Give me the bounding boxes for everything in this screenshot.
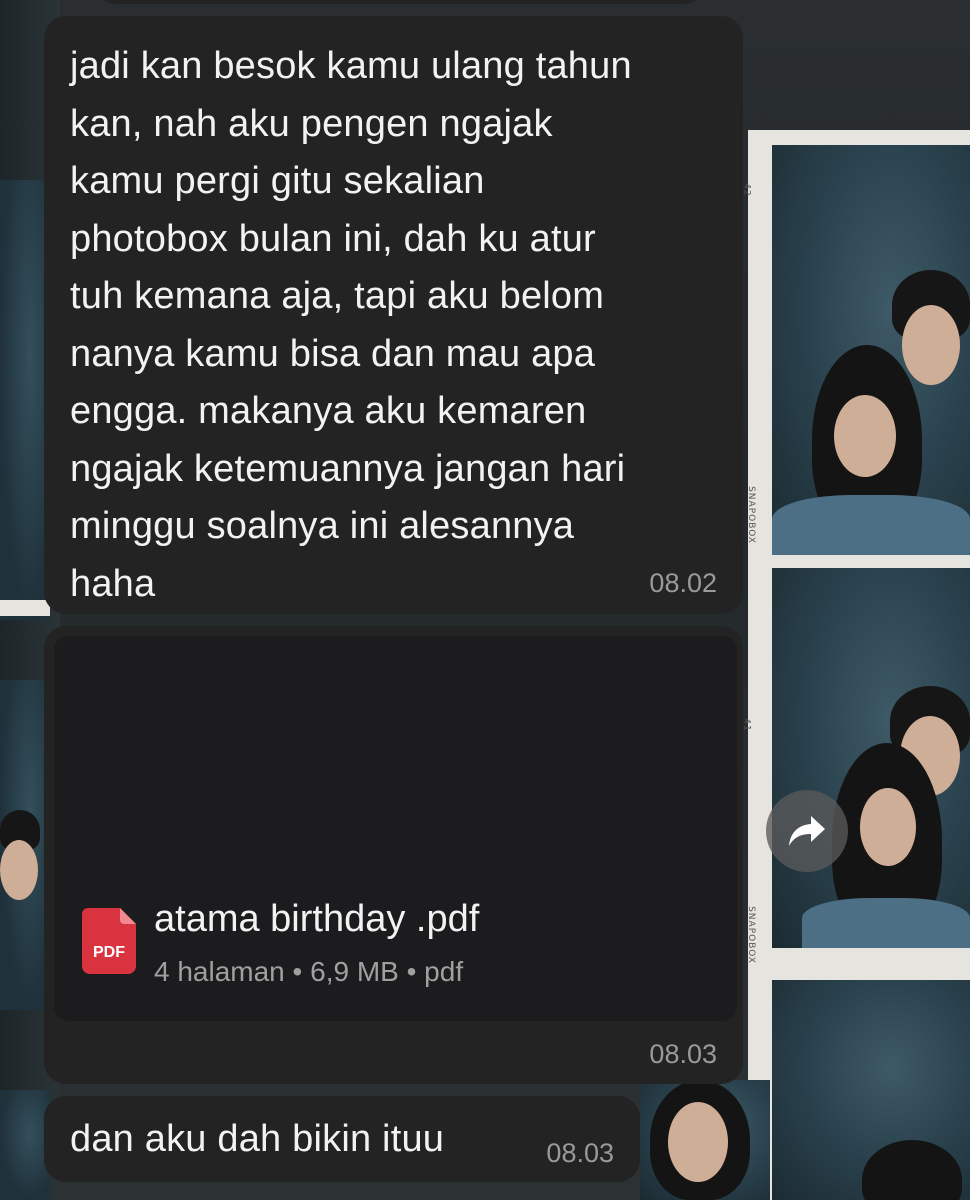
message-text: jadi kan besok kamu ulang tahun kan, nah… [70,45,632,605]
file-meta: 4 halaman • 6,9 MB • pdf [154,956,464,987]
wallpaper-photo [0,680,50,1010]
strip-frame-number: 42 [741,183,752,197]
message-text: dan aku dah bikin ituu [70,1118,445,1160]
message-timestamp: 08.03 [649,1039,717,1069]
forward-button[interactable] [766,790,848,872]
file-name: atama birthday .pdf [154,898,480,940]
wallpaper-photo [772,980,970,1200]
message-timestamp: 08.03 [546,1138,614,1168]
pdf-attachment-card[interactable]: PDF atama birthday .pdf 4 halaman • 6,9 … [54,636,737,1021]
incoming-message-bubble[interactable]: jadi kan besok kamu ulang tahun kan, nah… [44,16,743,614]
wallpaper-photo [772,145,970,555]
wallpaper-photo [0,1090,50,1200]
wallpaper-photo [0,180,50,620]
wallpaper-photo [772,568,970,948]
file-preview-area[interactable] [54,636,737,881]
wallpaper-strip-edge [0,600,50,616]
forward-arrow-icon [789,816,825,846]
strip-brand-mark: SNAPOBOX [745,486,756,544]
pdf-icon-label: PDF [93,944,125,961]
message-timestamp: 08.02 [649,568,717,598]
previous-message-edge [100,0,700,4]
incoming-file-message-bubble[interactable]: PDF atama birthday .pdf 4 halaman • 6,9 … [44,626,743,1084]
strip-frame-number: 41 [741,718,752,732]
incoming-message-bubble[interactable]: dan aku dah bikin ituu 08.03 [44,1096,640,1182]
strip-brand-mark: SNAPOBOX [745,906,756,964]
wallpaper-photo [640,1080,770,1200]
pdf-file-icon: PDF [82,908,136,974]
